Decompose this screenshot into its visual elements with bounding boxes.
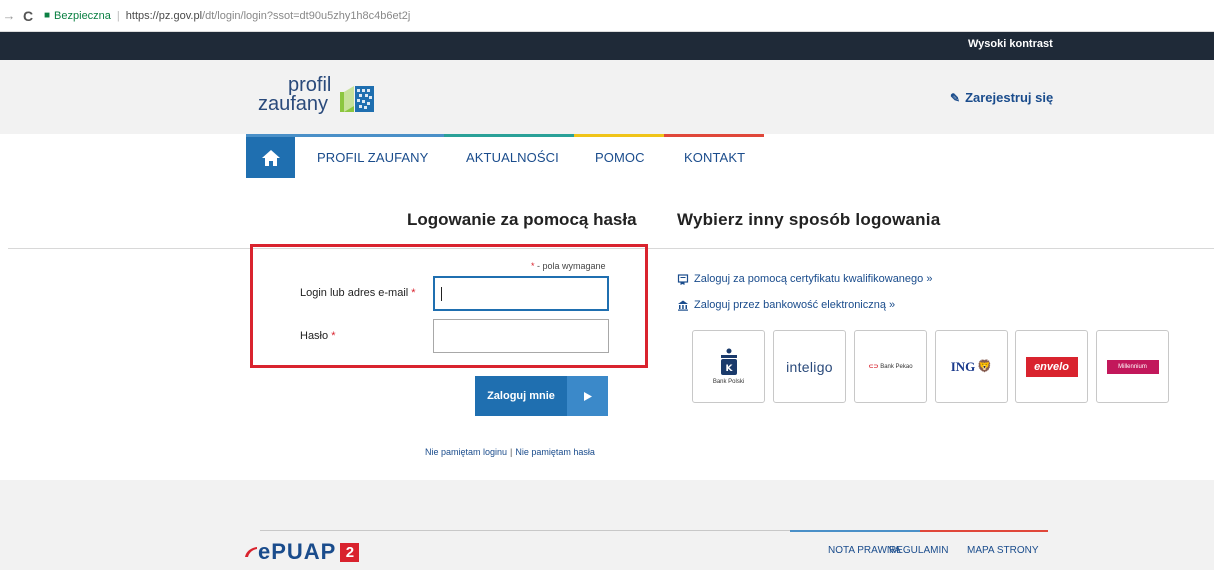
pekao-mark-icon: ⊂⊃ <box>868 364 879 370</box>
login-button[interactable]: Zaloguj mnie <box>475 376 608 416</box>
lock-icon: ■ <box>44 10 51 21</box>
lion-icon: 🦁 <box>977 359 993 373</box>
url-main: https://pz.gov.pl <box>125 9 203 22</box>
pekao-logo: ⊂⊃ Bank Pekao <box>868 363 912 370</box>
certificate-login-text: Zaloguj za pomocą certyfikatu kwalifikow… <box>694 273 933 285</box>
bank-login-link[interactable]: Zaloguj przez bankowość elektroniczną » <box>677 299 895 311</box>
logo-line2: zaufany <box>258 93 329 115</box>
top-strip: Wysoki kontrast <box>0 32 1214 60</box>
alternative-heading: Wybierz inny sposób logowania <box>677 210 941 229</box>
bank-name-ing: ING <box>950 358 976 374</box>
color-bar-red <box>664 134 764 137</box>
inteligo-logo: inteligo <box>786 358 833 375</box>
bank-icon <box>678 300 688 311</box>
password-label: Hasło * <box>300 330 335 342</box>
home-button[interactable] <box>246 137 295 178</box>
color-bar-yellow <box>574 134 664 137</box>
logo-mark-icon <box>340 86 374 112</box>
site-footer <box>0 480 1214 570</box>
bank-tile-envelo[interactable]: envelo <box>1015 330 1088 403</box>
certificate-login-link[interactable]: Zaloguj za pomocą certyfikatu kwalifikow… <box>677 273 932 285</box>
svg-text:K: K <box>725 364 733 374</box>
forward-icon[interactable]: → <box>0 8 18 23</box>
nav-pomoc[interactable]: POMOC <box>595 150 645 165</box>
high-contrast-link[interactable]: Wysoki kontrast <box>968 38 1053 50</box>
ing-logo: ING 🦁 <box>951 359 993 375</box>
footer-link-regulamin[interactable]: REGULAMIN <box>889 545 948 556</box>
forgot-login-link[interactable]: Nie pamiętam loginu <box>425 447 507 457</box>
bank-name-pekao: Bank Pekao <box>880 364 913 370</box>
login-input[interactable] <box>433 276 609 311</box>
certificate-icon <box>677 273 689 285</box>
site-header: profil zaufany ✎ Zarejestruj się <box>0 60 1214 134</box>
url-box[interactable]: ■ Bezpieczna | https://pz.gov.pl/dt/logi… <box>44 6 410 26</box>
home-icon <box>261 149 280 166</box>
nav-kontakt[interactable]: KONTAKT <box>684 150 745 165</box>
register-label: Zarejestruj się <box>965 90 1054 105</box>
nav-profil-zaufany[interactable]: PROFIL ZAUFANY <box>317 150 428 165</box>
register-link[interactable]: ✎ Zarejestruj się <box>950 90 1053 105</box>
login-label-text: Login lub adres e-mail <box>300 287 409 299</box>
login-button-label: Zaloguj mnie <box>487 390 555 402</box>
password-label-text: Hasło <box>300 330 329 342</box>
profil-zaufany-logo[interactable]: profil zaufany <box>258 74 398 120</box>
forgot-separator: | <box>510 447 513 457</box>
nav-aktualnosci[interactable]: AKTUALNOŚCI <box>466 150 559 165</box>
epuap-brand-text: ePUAP <box>258 539 337 564</box>
epuap-swoosh-icon <box>245 547 257 557</box>
color-bar-teal <box>444 134 574 137</box>
epuap-logo[interactable]: ePUAP 2 <box>244 539 360 565</box>
login-required-star: * <box>411 287 416 299</box>
footer-color-red <box>920 530 1048 532</box>
bank-tile-millennium[interactable]: Millennium <box>1096 330 1169 403</box>
bank-name-pko: Bank Polski <box>712 379 745 385</box>
required-note-text: - pola wymagane <box>534 261 606 271</box>
footer-link-mapa-strony[interactable]: MAPA STRONY <box>967 545 1039 556</box>
text-caret <box>441 287 442 301</box>
password-required-star: * <box>331 330 336 342</box>
secure-label: Bezpieczna <box>54 9 111 22</box>
play-arrow-icon <box>567 376 608 416</box>
login-label: Login lub adres e-mail * <box>300 287 416 299</box>
pko-logo-icon: K <box>720 348 737 375</box>
bank-tile-pko[interactable]: K Bank Polski <box>692 330 765 403</box>
password-input[interactable] <box>433 319 609 353</box>
forgot-password-link[interactable]: Nie pamiętam hasła <box>515 447 595 457</box>
bank-tile-pekao[interactable]: ⊂⊃ Bank Pekao <box>854 330 927 403</box>
forgot-links: Nie pamiętam loginu | Nie pamiętam hasła <box>425 447 595 457</box>
envelo-logo: envelo <box>1025 356 1078 377</box>
login-heading: Logowanie za pomocą hasła <box>407 210 637 229</box>
url-path: /dt/login/login?ssot=dt90u5zhy1h8c4b6et2… <box>202 9 411 22</box>
millennium-logo: Millennium <box>1106 359 1159 374</box>
footer-color-blue <box>790 530 920 532</box>
required-fields-note: * - pola wymagane <box>531 261 606 271</box>
reload-icon[interactable]: C <box>18 8 38 24</box>
epuap-version: 2 <box>340 542 360 562</box>
logo-line1: profil <box>288 74 332 96</box>
url-text: https://pz.gov.pl/dt/login/login?ssot=dt… <box>126 10 410 22</box>
bank-login-text: Zaloguj przez bankowość elektroniczną » <box>694 299 896 311</box>
browser-address-bar: → C ■ Bezpieczna | https://pz.gov.pl/dt/… <box>0 0 1214 32</box>
url-separator: | <box>116 9 120 22</box>
pencil-icon: ✎ <box>950 90 961 105</box>
bank-tile-inteligo[interactable]: inteligo <box>773 330 846 403</box>
bank-tile-ing[interactable]: ING 🦁 <box>935 330 1008 403</box>
